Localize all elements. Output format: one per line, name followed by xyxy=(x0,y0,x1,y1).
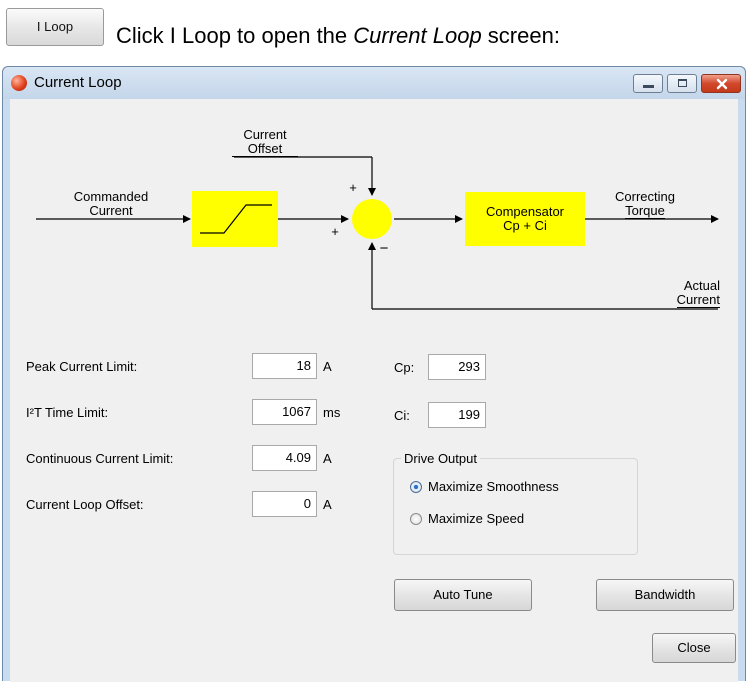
plus-left-sign: + xyxy=(331,224,339,239)
current-loop-window: Current Loop Commanded Current Current O… xyxy=(2,66,746,682)
current-loop-offset-label: Current Loop Offset: xyxy=(26,497,144,512)
maximize-smoothness-label[interactable]: Maximize Smoothness xyxy=(428,479,559,494)
plus-top-sign: + xyxy=(349,180,357,195)
actual-current-line2: Current xyxy=(676,292,720,308)
peak-current-limit-input[interactable]: 18 xyxy=(252,353,317,379)
maximize-smoothness-radio[interactable] xyxy=(410,481,422,493)
window-client-area: Commanded Current Current Offset + + − C… xyxy=(10,99,738,682)
summing-junction xyxy=(352,199,392,239)
compensator-line2: Cp + Ci xyxy=(503,218,547,233)
correcting-torque-line2: Torque xyxy=(625,203,665,219)
minus-sign: − xyxy=(379,240,389,257)
continuous-current-limit-input[interactable]: 4.09 xyxy=(252,445,317,471)
commanded-current-line2: Current xyxy=(89,203,133,218)
minimize-icon[interactable] xyxy=(633,74,663,93)
current-loop-offset-unit: A xyxy=(323,497,332,512)
i2t-time-limit-label: I²T Time Limit: xyxy=(26,405,109,420)
maximize-icon[interactable] xyxy=(667,74,697,93)
drive-output-title: Drive Output xyxy=(401,451,480,466)
actual-current-label: Actual Current xyxy=(620,279,720,308)
current-offset-label: Current Offset xyxy=(232,128,298,157)
i2t-time-limit-unit: ms xyxy=(323,405,341,420)
i2t-time-limit-input[interactable]: 1067 xyxy=(252,399,317,425)
peak-current-limit-unit: A xyxy=(323,359,332,374)
instruction-text-after: screen: xyxy=(481,23,560,48)
current-loop-offset-input[interactable]: 0 xyxy=(252,491,317,517)
bandwidth-button[interactable]: Bandwidth xyxy=(596,579,734,611)
instruction-text-before: Click I Loop to open the xyxy=(116,23,354,48)
compensator-label: Compensator Cp + Ci xyxy=(465,205,585,233)
window-title: Current Loop xyxy=(34,74,122,91)
correcting-torque-line1: Correcting xyxy=(615,189,675,204)
continuous-current-limit-unit: A xyxy=(323,451,332,466)
peak-current-limit-label: Peak Current Limit: xyxy=(26,359,138,374)
continuous-current-limit-label: Continuous Current Limit: xyxy=(26,451,174,466)
commanded-current-line1: Commanded xyxy=(73,189,149,204)
maximize-speed-label[interactable]: Maximize Speed xyxy=(428,511,524,526)
close-button[interactable]: Close xyxy=(652,633,736,663)
current-offset-line1: Current xyxy=(243,127,287,142)
instruction-text-italic: Current Loop xyxy=(353,23,482,48)
app-icon xyxy=(11,75,27,91)
ci-input[interactable]: 199 xyxy=(428,402,486,428)
current-offset-line2: Offset xyxy=(232,142,298,157)
commanded-current-label: Commanded Current xyxy=(56,190,166,218)
instruction-text: Click I Loop to open the Current Loop sc… xyxy=(116,23,560,49)
ramp-icon xyxy=(200,204,272,234)
cp-input[interactable]: 293 xyxy=(428,354,486,380)
drive-output-group xyxy=(393,458,638,555)
i-loop-button[interactable]: I Loop xyxy=(6,8,104,46)
title-bar: Current Loop xyxy=(3,67,745,99)
maximize-speed-radio[interactable] xyxy=(410,513,422,525)
ci-label: Ci: xyxy=(394,408,410,423)
actual-current-line1: Actual xyxy=(683,278,720,293)
cp-label: Cp: xyxy=(394,360,415,375)
auto-tune-button[interactable]: Auto Tune xyxy=(394,579,532,611)
compensator-line1: Compensator xyxy=(485,204,565,219)
correcting-torque-label: Correcting Torque xyxy=(590,190,700,219)
close-icon[interactable] xyxy=(701,74,741,93)
